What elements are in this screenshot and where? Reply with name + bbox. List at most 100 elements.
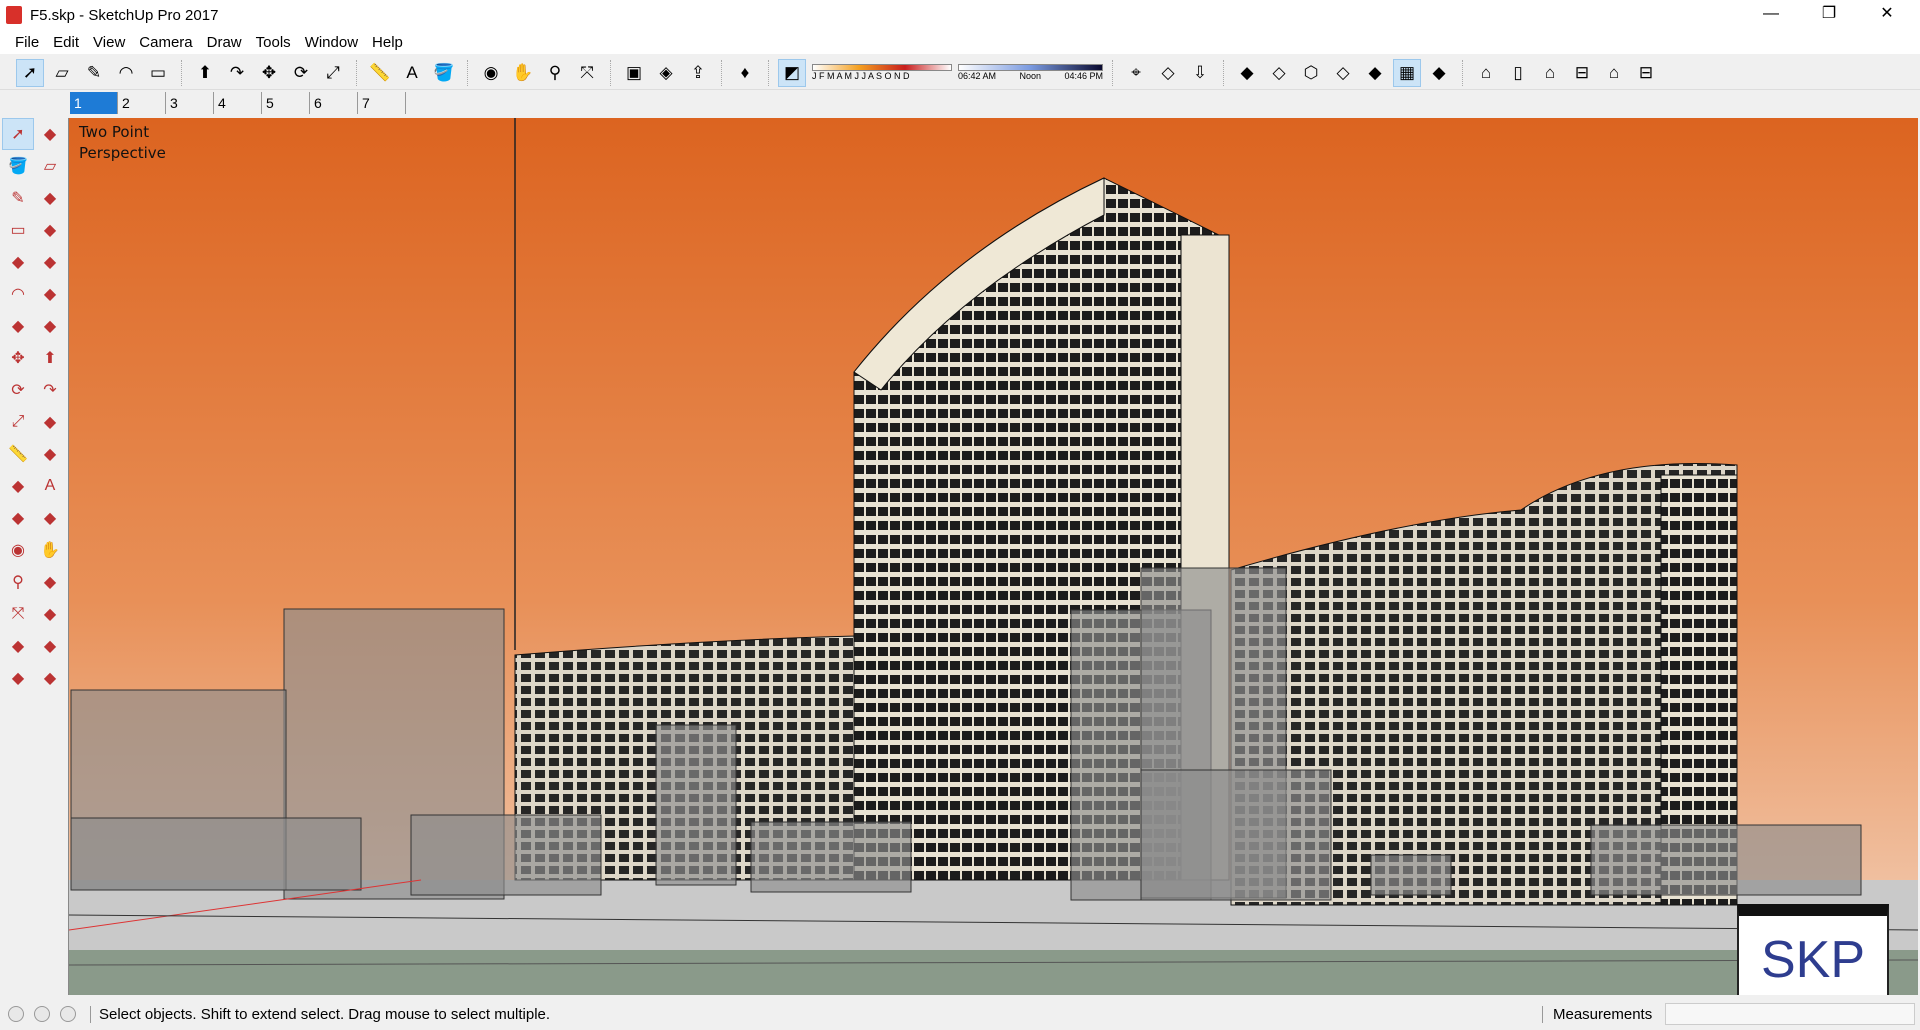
3d-text-icon[interactable]: ◆ xyxy=(34,502,66,534)
zoom-window-icon[interactable]: ◆ xyxy=(34,566,66,598)
zoom-icon[interactable]: ⚲ xyxy=(541,59,569,87)
push-pull-icon[interactable]: ⬆ xyxy=(191,59,219,87)
model-scene[interactable] xyxy=(69,118,1918,995)
text-icon[interactable]: A xyxy=(398,59,426,87)
hidden-line-icon[interactable]: ◇ xyxy=(1329,59,1357,87)
position-camera-icon[interactable]: ◆ xyxy=(2,630,34,662)
terrain-icon[interactable]: ◇ xyxy=(1154,59,1182,87)
circle-icon[interactable]: ◆ xyxy=(2,246,34,278)
ruby-icon[interactable]: ♦ xyxy=(731,59,759,87)
rotated-rectangle-icon[interactable]: ◆ xyxy=(34,214,66,246)
rectangle-icon[interactable]: ▭ xyxy=(2,214,34,246)
menu-file[interactable]: File xyxy=(8,34,46,51)
scale-icon[interactable]: ⤢ xyxy=(319,59,347,87)
date-slider[interactable]: J F M A M J J A S O N D xyxy=(812,64,952,81)
tape-measure-icon[interactable]: 📏 xyxy=(2,438,34,470)
move-icon[interactable]: ✥ xyxy=(2,342,34,374)
add-location-icon[interactable]: ⇩ xyxy=(1186,59,1214,87)
measurements-input[interactable] xyxy=(1665,1003,1915,1025)
pan-icon[interactable]: ✋ xyxy=(34,534,66,566)
menu-camera[interactable]: Camera xyxy=(132,34,199,51)
warehouse-icon[interactable]: ▣ xyxy=(620,59,648,87)
tape-measure-icon[interactable]: 📏 xyxy=(366,59,394,87)
back-edges-icon[interactable]: ◇ xyxy=(1265,59,1293,87)
extension-icon[interactable]: ◈ xyxy=(652,59,680,87)
eraser-icon[interactable]: ▱ xyxy=(34,150,66,182)
push-pull-icon[interactable]: ⬆ xyxy=(34,342,66,374)
rotate-icon[interactable]: ⟳ xyxy=(287,59,315,87)
follow-me-icon[interactable]: ↷ xyxy=(34,374,66,406)
pan-icon[interactable]: ✋ xyxy=(509,59,537,87)
date-slider-track[interactable] xyxy=(812,64,952,71)
rotate-icon[interactable]: ⟳ xyxy=(2,374,34,406)
walk-icon[interactable]: ◆ xyxy=(2,662,34,694)
zoom-icon[interactable]: ⚲ xyxy=(2,566,34,598)
menu-window[interactable]: Window xyxy=(298,34,365,51)
close-button[interactable]: ✕ xyxy=(1858,0,1916,30)
orbit-icon[interactable]: ◉ xyxy=(2,534,34,566)
three-point-arc-icon[interactable]: ◆ xyxy=(2,310,34,342)
geo-location-icon[interactable] xyxy=(8,1006,24,1022)
scene-tab-6[interactable]: 6 xyxy=(310,92,358,114)
arc-icon[interactable]: ◠ xyxy=(112,59,140,87)
shaded-icon[interactable]: ◆ xyxy=(1361,59,1389,87)
display-shadows-icon[interactable]: ◩ xyxy=(778,58,806,87)
select-icon[interactable]: ➚ xyxy=(16,58,44,87)
menu-help[interactable]: Help xyxy=(365,34,410,51)
share-model-icon[interactable]: ⇪ xyxy=(684,59,712,87)
monochrome-icon[interactable]: ◆ xyxy=(1425,59,1453,87)
left-view-icon[interactable]: ⊟ xyxy=(1632,59,1660,87)
scene-tab-3[interactable]: 3 xyxy=(166,92,214,114)
geo-location-icon[interactable]: ⌖ xyxy=(1122,59,1150,87)
text-icon[interactable]: A xyxy=(34,470,66,502)
component-icon[interactable]: ◆ xyxy=(34,118,66,150)
eraser-icon[interactable]: ▱ xyxy=(48,59,76,87)
orbit-icon[interactable]: ◉ xyxy=(477,59,505,87)
dimension-icon[interactable]: ◆ xyxy=(34,438,66,470)
scale-icon[interactable]: ⤢ xyxy=(2,406,34,438)
front-view-icon[interactable]: ⌂ xyxy=(1536,59,1564,87)
offset-icon[interactable]: ◆ xyxy=(34,406,66,438)
wireframe-icon[interactable]: ⬡ xyxy=(1297,59,1325,87)
menu-draw[interactable]: Draw xyxy=(200,34,249,51)
select-icon[interactable]: ➚ xyxy=(2,118,34,150)
menu-edit[interactable]: Edit xyxy=(46,34,86,51)
right-view-icon[interactable]: ⊟ xyxy=(1568,59,1596,87)
back-view-icon[interactable]: ⌂ xyxy=(1600,59,1628,87)
paint-bucket-icon[interactable]: 🪣 xyxy=(430,59,458,87)
menu-view[interactable]: View xyxy=(86,34,132,51)
credits-icon[interactable] xyxy=(34,1006,50,1022)
top-view-icon[interactable]: ▯ xyxy=(1504,59,1532,87)
polygon-icon[interactable]: ◆ xyxy=(34,246,66,278)
scene-tab-4[interactable]: 4 xyxy=(214,92,262,114)
move-icon[interactable]: ✥ xyxy=(255,59,283,87)
pencil-icon[interactable]: ✎ xyxy=(2,182,34,214)
freehand-icon[interactable]: ◆ xyxy=(34,182,66,214)
scene-tab-7[interactable]: 7 xyxy=(358,92,406,114)
model-viewport[interactable]: Two Point Perspective SKP xyxy=(68,118,1918,995)
user-icon[interactable] xyxy=(60,1006,76,1022)
previous-view-icon[interactable]: ◆ xyxy=(34,598,66,630)
pie-icon[interactable]: ◆ xyxy=(34,278,66,310)
minimize-button[interactable]: — xyxy=(1742,0,1800,30)
time-slider-track[interactable] xyxy=(958,64,1103,71)
rectangle-icon[interactable]: ▭ xyxy=(144,59,172,87)
iso-view-icon[interactable]: ⌂ xyxy=(1472,59,1500,87)
zoom-extents-icon[interactable]: ⤧ xyxy=(573,59,601,87)
pencil-icon[interactable]: ✎ xyxy=(80,59,108,87)
zoom-extents-icon[interactable]: ⤧ xyxy=(2,598,34,630)
scene-tab-5[interactable]: 5 xyxy=(262,92,310,114)
axes-icon[interactable]: ◆ xyxy=(2,502,34,534)
paint-bucket-icon[interactable]: 🪣 xyxy=(2,150,34,182)
restore-button[interactable]: ❐ xyxy=(1800,0,1858,30)
protractor-icon[interactable]: ◆ xyxy=(2,470,34,502)
menu-tools[interactable]: Tools xyxy=(249,34,298,51)
arc-icon[interactable]: ◠ xyxy=(2,278,34,310)
two-point-arc-icon[interactable]: ◆ xyxy=(34,310,66,342)
follow-me-icon[interactable]: ↷ xyxy=(223,59,251,87)
xray-icon[interactable]: ◆ xyxy=(1233,59,1261,87)
time-slider[interactable]: 06:42 AM Noon 04:46 PM xyxy=(958,64,1103,81)
scene-tab-2[interactable]: 2 xyxy=(118,92,166,114)
look-around-icon[interactable]: ◆ xyxy=(34,630,66,662)
scene-tab-1[interactable]: 1 xyxy=(70,92,118,114)
